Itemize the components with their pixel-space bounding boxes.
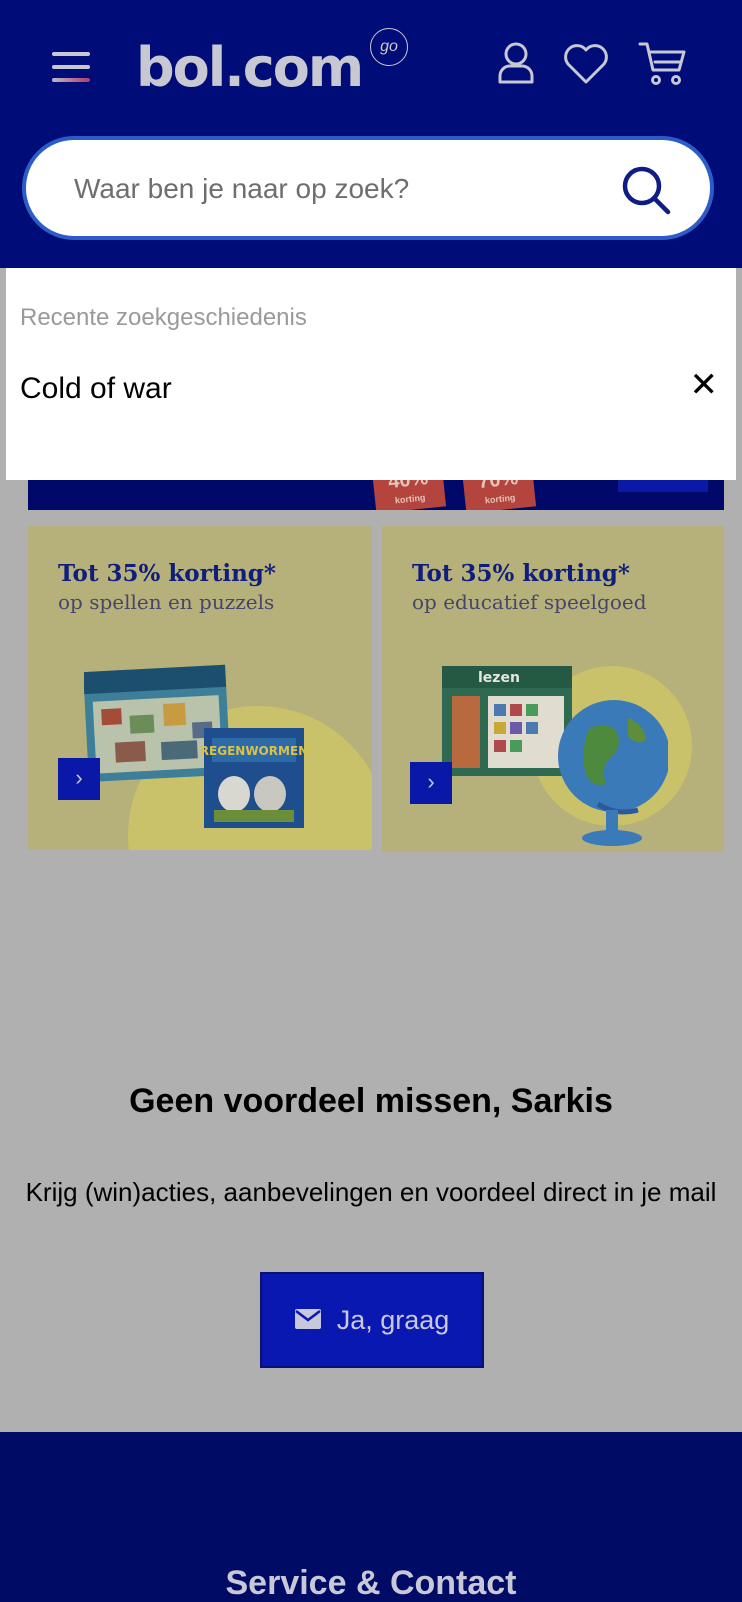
logo-badge: go [370,28,408,66]
cart-icon[interactable] [636,38,688,90]
search-bar [22,136,714,240]
svg-text:lezen: lezen [478,670,520,686]
newsletter-title: Geen voordeel missen, Sarkis [129,1082,613,1120]
search-icon[interactable] [618,162,674,218]
account-icon[interactable] [490,38,542,90]
puzzle-boxes-image: REGENWORMEN [84,664,308,828]
promo-title: Tot 35% korting* [412,560,630,587]
svg-text:REGENWORMEN: REGENWORMEN [200,744,308,758]
chevron-right-icon[interactable]: › [410,762,452,804]
newsletter-subscribe-button[interactable]: Ja, graag [260,1272,484,1368]
discount-tag: 70% korting [461,480,537,510]
footer-title[interactable]: Service & Contact [0,1564,742,1602]
promo-tile-games-puzzles[interactable]: Tot 35% korting* op spellen en puzzels R… [28,526,372,850]
banner-button[interactable] [618,480,708,492]
promo-subtitle: op educatief speelgoed [412,590,647,614]
close-icon[interactable]: ✕ [690,368,719,402]
newsletter-button-label: Ja, graag [336,1304,450,1335]
educational-toys-image: lezen [442,666,668,846]
promo-tile-educational-toys[interactable]: Tot 35% korting* op educatief speelgoed … [382,526,724,852]
wishlist-heart-icon[interactable] [560,38,612,90]
discount-tag: 40% korting [371,480,447,510]
newsletter-text: Krijg (win)acties, aanbevelingen en voor… [25,1177,717,1207]
logo[interactable]: bol.com [136,38,364,98]
menu-icon[interactable] [52,52,90,92]
promo-subtitle: op spellen en puzzels [58,590,275,614]
promo-banner[interactable]: 40% korting 70% korting [28,480,724,510]
site-footer: Service & Contact [0,1432,742,1602]
recent-searches-title: Recente zoekgeschiedenis [20,304,307,331]
search-input[interactable] [74,164,594,214]
promo-title: Tot 35% korting* [58,560,276,587]
site-header: bol.com go [0,0,742,268]
envelope-icon [294,1305,321,1336]
recent-search-dropdown: Recente zoekgeschiedenis Cold of war ✕ [6,268,736,480]
recent-search-item[interactable]: Cold of war [20,372,172,406]
chevron-right-icon[interactable]: › [58,758,100,800]
